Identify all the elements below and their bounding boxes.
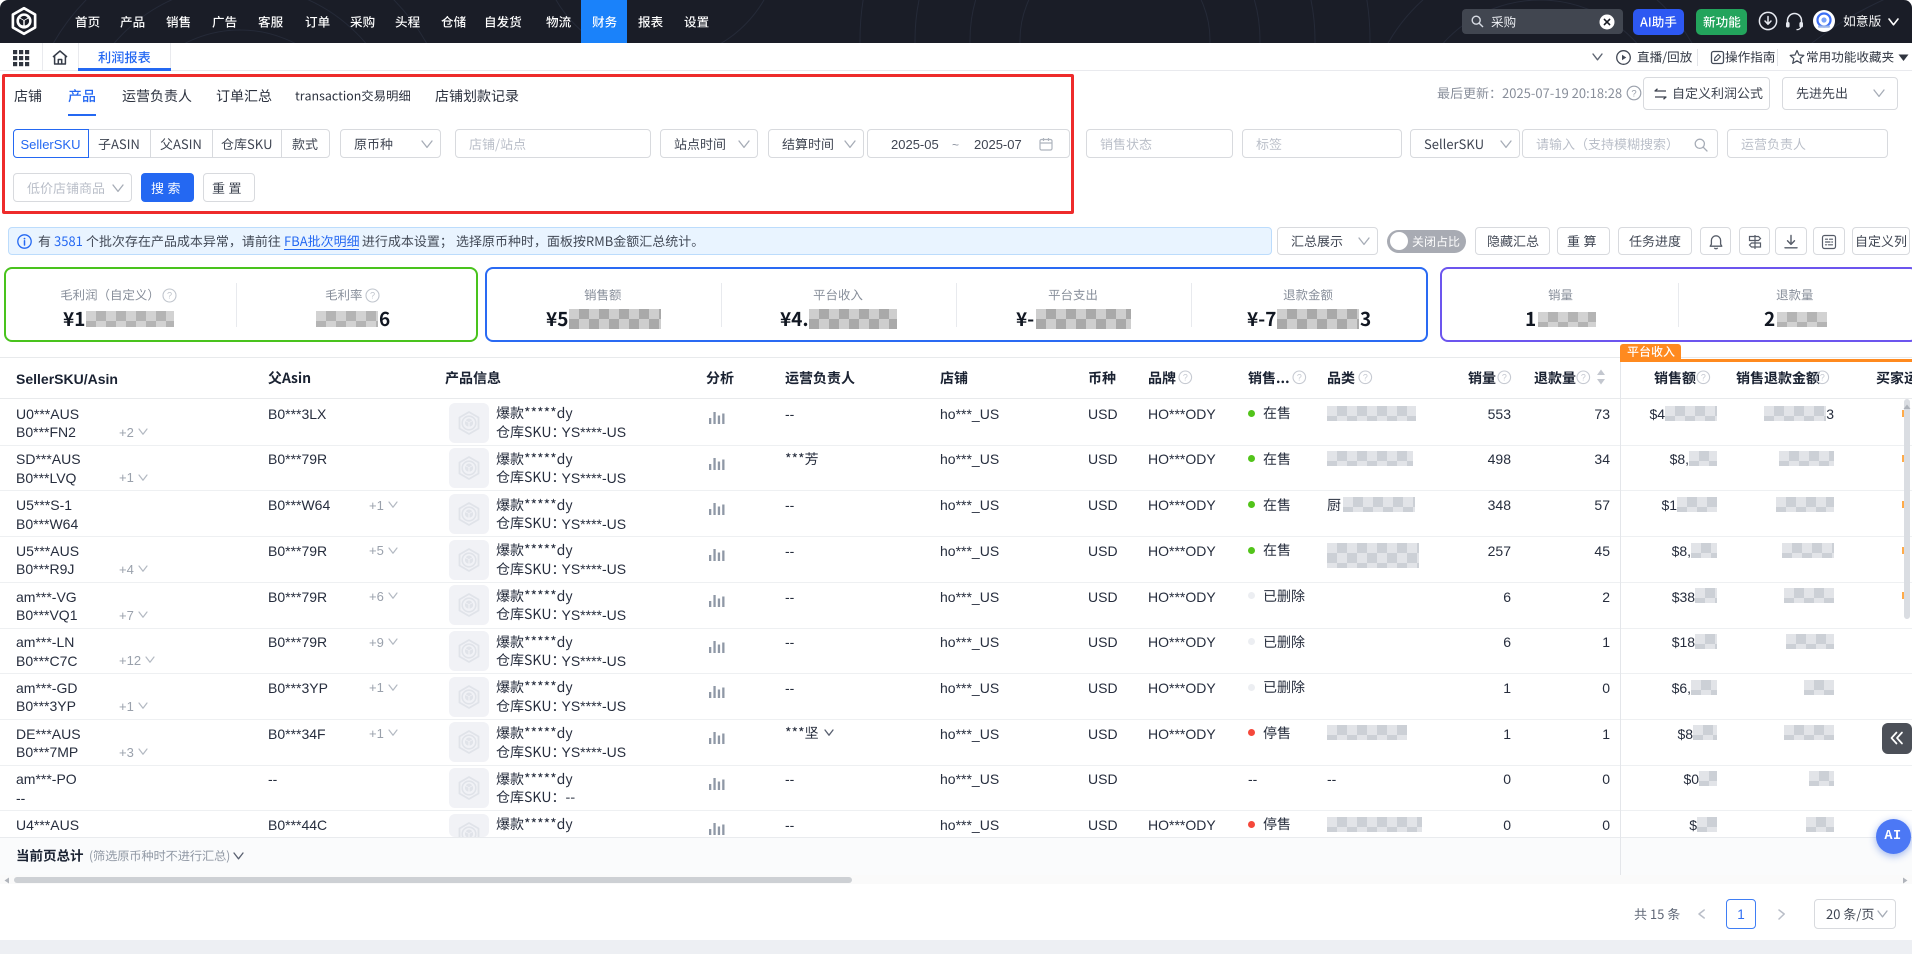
svg-text:?: ? [1701,372,1706,382]
svg-text:?: ? [167,290,172,300]
svg-text:?: ? [370,290,375,300]
svg-text:?: ? [1820,372,1825,382]
svg-text:?: ? [1183,372,1188,382]
svg-text:?: ? [1581,372,1586,382]
svg-text:?: ? [1363,372,1368,382]
svg-text:?: ? [1502,372,1507,382]
svg-text:?: ? [1297,372,1302,382]
svg-text:?: ? [1631,88,1636,99]
